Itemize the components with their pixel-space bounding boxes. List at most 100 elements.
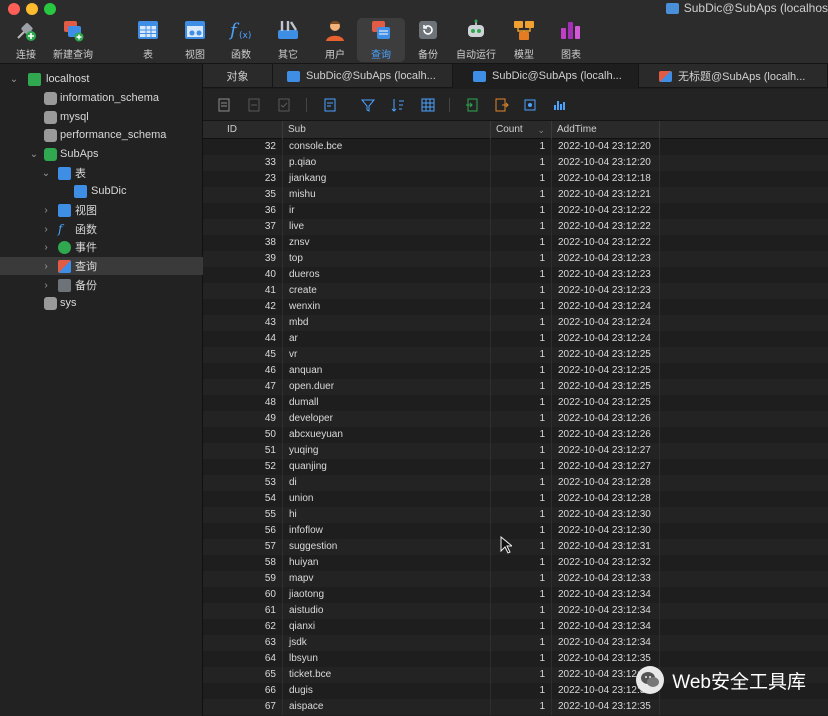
cell-sub[interactable]: jiankang	[283, 171, 491, 187]
cell-id[interactable]: 56	[203, 523, 283, 539]
cell-addtime[interactable]: 2022-10-04 23:12:25	[552, 347, 660, 363]
cell-count[interactable]: 1	[491, 555, 552, 571]
cell-sub[interactable]: aistudio	[283, 603, 491, 619]
chevron-right-icon[interactable]: ›	[41, 205, 51, 216]
group-tables[interactable]: ⌄ 表	[0, 164, 203, 182]
table-row[interactable]: 47 open.duer 1 2022-10-04 23:12:25	[203, 379, 828, 395]
cell-id[interactable]: 33	[203, 155, 283, 171]
data-generator-icon[interactable]	[523, 98, 537, 112]
cell-sub[interactable]: console.bce	[283, 139, 491, 155]
cell-count[interactable]: 1	[491, 507, 552, 523]
cell-addtime[interactable]: 2022-10-04 23:12:34	[552, 587, 660, 603]
table-row[interactable]: 59 mapv 1 2022-10-04 23:12:33	[203, 571, 828, 587]
cell-sub[interactable]: lbsyun	[283, 651, 491, 667]
cell-sub[interactable]: anquan	[283, 363, 491, 379]
chevron-right-icon[interactable]: ›	[41, 261, 51, 272]
group-queries[interactable]: › 查询	[0, 257, 203, 275]
cell-count[interactable]: 1	[491, 395, 552, 411]
table-row[interactable]: 50 abcxueyuan 1 2022-10-04 23:12:26	[203, 427, 828, 443]
cell-count[interactable]: 1	[491, 491, 552, 507]
cell-sub[interactable]: developer	[283, 411, 491, 427]
cell-id[interactable]: 37	[203, 219, 283, 235]
cell-count[interactable]: 1	[491, 635, 552, 651]
table-row[interactable]: 39 top 1 2022-10-04 23:12:23	[203, 251, 828, 267]
cell-addtime[interactable]: 2022-10-04 23:12:27	[552, 443, 660, 459]
cell-id[interactable]: 49	[203, 411, 283, 427]
table-row[interactable]: 57 suggestion 1 2022-10-04 23:12:31	[203, 539, 828, 555]
cell-sub[interactable]: qianxi	[283, 619, 491, 635]
cell-count[interactable]: 1	[491, 699, 552, 715]
cell-count[interactable]: 1	[491, 331, 552, 347]
cell-addtime[interactable]: 2022-10-04 23:12:31	[552, 539, 660, 555]
cell-addtime[interactable]: 2022-10-04 23:12:24	[552, 315, 660, 331]
sort-icon[interactable]	[391, 98, 405, 112]
cell-sub[interactable]: dumall	[283, 395, 491, 411]
cell-id[interactable]: 44	[203, 331, 283, 347]
chevron-down-icon[interactable]: ⌄	[9, 74, 19, 85]
cell-count[interactable]: 1	[491, 443, 552, 459]
table-row[interactable]: 51 yuqing 1 2022-10-04 23:12:27	[203, 443, 828, 459]
table-row[interactable]: 45 vr 1 2022-10-04 23:12:25	[203, 347, 828, 363]
tab-subdic-1[interactable]: SubDic@SubAps (localh...	[273, 64, 453, 88]
cell-id[interactable]: 64	[203, 651, 283, 667]
group-functions[interactable]: › f 函数	[0, 220, 203, 238]
cell-id[interactable]: 47	[203, 379, 283, 395]
cell-id[interactable]: 48	[203, 395, 283, 411]
cell-sub[interactable]: create	[283, 283, 491, 299]
table-row[interactable]: 32 console.bce 1 2022-10-04 23:12:20	[203, 139, 828, 155]
table-row[interactable]: 55 hi 1 2022-10-04 23:12:30	[203, 507, 828, 523]
chart-button[interactable]: 图表	[547, 18, 595, 62]
table-row[interactable]: 43 mbd 1 2022-10-04 23:12:24	[203, 315, 828, 331]
cell-count[interactable]: 1	[491, 459, 552, 475]
cell-sub[interactable]: yuqing	[283, 443, 491, 459]
cell-count[interactable]: 1	[491, 283, 552, 299]
cell-sub[interactable]: dueros	[283, 267, 491, 283]
filter-icon[interactable]	[361, 98, 375, 112]
cell-sub[interactable]: ar	[283, 331, 491, 347]
chevron-down-icon[interactable]: ⌄	[41, 168, 51, 179]
function-button[interactable]: f (x) 函数	[217, 18, 265, 62]
cell-addtime[interactable]: 2022-10-04 23:12:34	[552, 603, 660, 619]
cell-sub[interactable]: ir	[283, 203, 491, 219]
cell-id[interactable]: 67	[203, 699, 283, 715]
table-row[interactable]: 62 qianxi 1 2022-10-04 23:12:34	[203, 619, 828, 635]
cell-addtime[interactable]: 2022-10-04 23:12:28	[552, 475, 660, 491]
cell-count[interactable]: 1	[491, 299, 552, 315]
query-button[interactable]: 查询	[357, 18, 405, 62]
column-header-id[interactable]: ID	[203, 121, 283, 139]
db-sys[interactable]: sys	[0, 294, 203, 312]
cell-id[interactable]: 52	[203, 459, 283, 475]
table-subdic[interactable]: SubDic	[0, 182, 203, 200]
cell-addtime[interactable]: 2022-10-04 23:12:23	[552, 267, 660, 283]
export-icon[interactable]	[495, 98, 509, 112]
cell-count[interactable]: 1	[491, 187, 552, 203]
cell-count[interactable]: 1	[491, 379, 552, 395]
cell-sub[interactable]: union	[283, 491, 491, 507]
table-row[interactable]: 67 aispace 1 2022-10-04 23:12:35	[203, 699, 828, 715]
table-row[interactable]: 46 anquan 1 2022-10-04 23:12:25	[203, 363, 828, 379]
cell-addtime[interactable]: 2022-10-04 23:12:20	[552, 139, 660, 155]
cell-sub[interactable]: live	[283, 219, 491, 235]
minimize-window-button[interactable]	[26, 3, 38, 15]
cell-count[interactable]: 1	[491, 411, 552, 427]
db-mysql[interactable]: mysql	[0, 108, 203, 126]
group-events[interactable]: › 事件	[0, 238, 203, 256]
cell-count[interactable]: 1	[491, 427, 552, 443]
cell-sub[interactable]: quanjing	[283, 459, 491, 475]
db-information-schema[interactable]: information_schema	[0, 89, 203, 107]
cell-addtime[interactable]: 2022-10-04 23:12:33	[552, 571, 660, 587]
cell-id[interactable]: 43	[203, 315, 283, 331]
cell-id[interactable]: 38	[203, 235, 283, 251]
table-row[interactable]: 38 znsv 1 2022-10-04 23:12:22	[203, 235, 828, 251]
tab-untitled-query[interactable]: 无标题@SubAps (localh...	[639, 64, 828, 88]
cell-id[interactable]: 63	[203, 635, 283, 651]
chart-icon[interactable]	[553, 98, 567, 112]
cell-id[interactable]: 51	[203, 443, 283, 459]
cell-addtime[interactable]: 2022-10-04 23:12:32	[552, 555, 660, 571]
cell-sub[interactable]: znsv	[283, 235, 491, 251]
new-query-button[interactable]: 新建查询	[49, 18, 97, 62]
cell-count[interactable]: 1	[491, 619, 552, 635]
table-row[interactable]: 61 aistudio 1 2022-10-04 23:12:34	[203, 603, 828, 619]
user-button[interactable]: 用户	[311, 18, 359, 62]
sort-chevron-icon[interactable]: ⌄	[537, 121, 545, 139]
